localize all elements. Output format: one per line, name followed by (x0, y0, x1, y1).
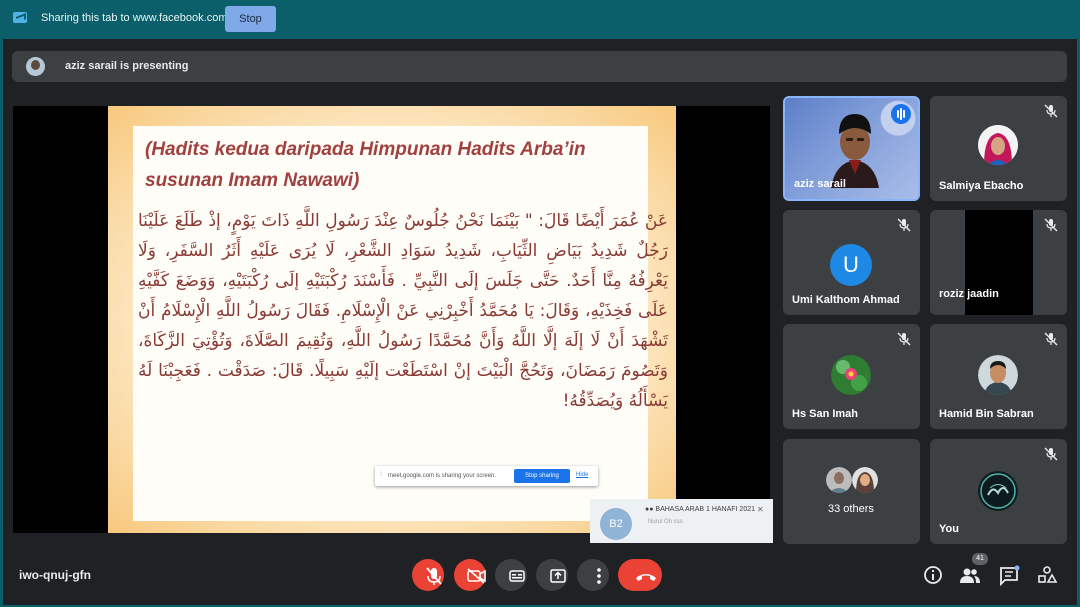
mic-off-icon (426, 567, 442, 585)
participant-name: aziz sarail (794, 178, 846, 190)
slide-title: (Hadits kedua daripada Himpunan Hadits A… (145, 139, 586, 191)
camera-toggle-button[interactable] (454, 559, 486, 591)
notification-title: ●● BAHASA ARAB 1 HANAFI 2021 (645, 506, 756, 513)
presenting-label: aziz sarail is presenting (65, 60, 189, 72)
more-vert-icon (597, 568, 601, 584)
chat-icon[interactable] (998, 564, 1020, 586)
participant-tile-roziz-jaadin[interactable]: roziz jaadin (930, 210, 1067, 315)
captions-icon (509, 570, 525, 582)
participant-tile-salmiya-ebacho[interactable]: Salmiya Ebacho (930, 96, 1067, 201)
camera-off-icon (467, 568, 486, 584)
captions-button[interactable] (495, 559, 527, 591)
mic-off-icon (1044, 332, 1058, 346)
participant-name: Umi Kalthom Ahmad (792, 294, 900, 306)
presenter-avatar (26, 57, 45, 76)
mic-off-icon (1044, 218, 1058, 232)
screen-share-popup: ⁞ meet.google.com is sharing your screen… (375, 466, 598, 486)
participant-name: 33 others (828, 503, 874, 515)
participant-tile-aziz-sarail[interactable]: aziz sarail (783, 96, 920, 201)
mic-off-icon (1044, 104, 1058, 118)
presenting-bar: aziz sarail is presenting (12, 51, 1067, 82)
participant-avatar (978, 355, 1018, 395)
hide-link[interactable]: Hide (576, 472, 588, 478)
info-icon[interactable] (922, 564, 944, 586)
mic-off-icon (1044, 447, 1058, 461)
notification-subtitle: Nurul Oh sss (648, 519, 683, 525)
mic-off-icon (897, 218, 911, 232)
participant-video (831, 114, 879, 188)
presentation-stage[interactable]: (Hadits kedua daripada Himpunan Hadits A… (13, 106, 773, 543)
activities-icon[interactable] (1036, 564, 1058, 586)
call-end-icon (636, 574, 656, 581)
mic-off-icon (897, 332, 911, 346)
sharing-text: Sharing this tab to www.facebook.com (41, 12, 228, 24)
meeting-code: iwo-qnuj-gfn (19, 568, 91, 582)
participant-avatar (831, 355, 871, 395)
participant-tile-umi-kalthom-ahmad[interactable]: U Umi Kalthom Ahmad (783, 210, 920, 315)
participant-name: Hs San Imah (792, 408, 859, 420)
present-now-button[interactable] (536, 559, 568, 591)
chat-notification[interactable]: B2 ●● BAHASA ARAB 1 HANAFI 2021 Nurul Oh… (590, 499, 773, 543)
stop-sharing-button[interactable]: Stop sharing (514, 469, 570, 483)
participant-name: roziz jaadin (939, 288, 999, 300)
more-options-button[interactable] (577, 559, 609, 591)
meet-window: aziz sarail is presenting (Hadits kedua … (3, 39, 1077, 605)
participant-tile-hs-san-imah[interactable]: Hs San Imah (783, 324, 920, 429)
participant-avatar (978, 471, 1018, 511)
presentation-slide: (Hadits kedua daripada Himpunan Hadits A… (108, 106, 676, 533)
people-icon[interactable] (959, 564, 981, 586)
microphone-toggle-button[interactable] (412, 559, 444, 591)
participant-tile-hamid-bin-sabran[interactable]: Hamid Bin Sabran (930, 324, 1067, 429)
slide-hadith-text: عَنْ عُمَرَ أَيْضًا قَالَ: " بَيْنَمَا ن… (138, 211, 668, 411)
present-screen-icon (550, 569, 566, 583)
drag-handle-icon[interactable]: ⁞ (380, 471, 382, 478)
participant-avatar: U (830, 244, 872, 286)
close-icon[interactable]: ✕ (757, 505, 764, 514)
tab-sharing-banner: Sharing this tab to www.facebook.com Sto… (0, 0, 1080, 38)
notification-avatar: B2 (600, 508, 632, 540)
participant-avatar (826, 467, 852, 493)
share-popup-message: meet.google.com is sharing your screen. (388, 473, 497, 479)
participant-avatar (852, 467, 878, 493)
participant-name: You (939, 523, 959, 535)
participant-tile-others[interactable]: 33 others (783, 439, 920, 544)
stop-sharing-tab-button[interactable]: Stop (225, 6, 276, 32)
speaking-indicator-icon (891, 104, 911, 124)
participant-name: Salmiya Ebacho (939, 180, 1024, 192)
people-count-badge: 41 (972, 553, 988, 565)
participant-name: Hamid Bin Sabran (939, 408, 1034, 420)
leave-call-button[interactable] (618, 559, 662, 591)
tab-share-icon (13, 12, 27, 23)
participant-avatar (978, 125, 1018, 165)
participant-tile-you[interactable]: You (930, 439, 1067, 544)
